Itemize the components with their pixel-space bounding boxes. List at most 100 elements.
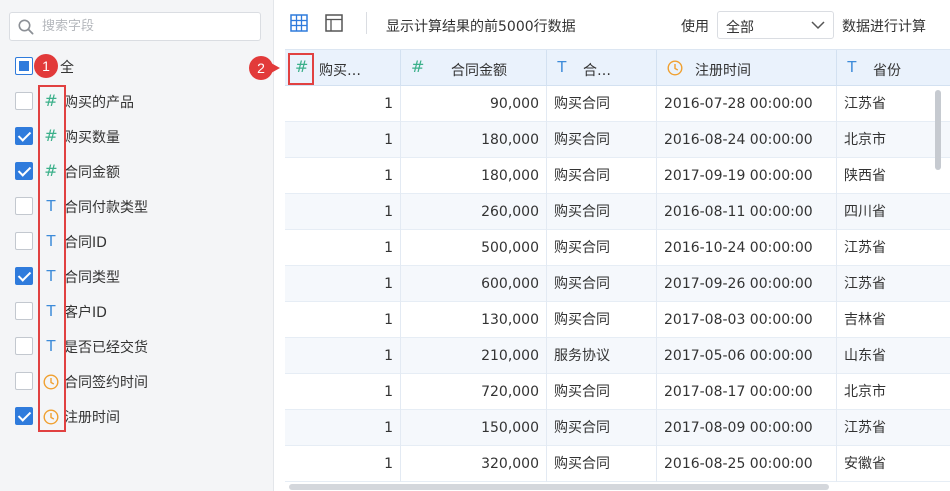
table-cell: 江苏省 bbox=[837, 410, 950, 446]
table-row[interactable]: 1 500,000 购买合同 2016-10-24 00:00:00 江苏省 bbox=[285, 230, 950, 266]
column-header[interactable]: 注册时间 bbox=[657, 50, 837, 86]
field-checkbox[interactable] bbox=[15, 302, 33, 320]
clock-date-icon bbox=[667, 59, 683, 76]
field-checkbox[interactable] bbox=[15, 162, 33, 180]
layout-view-button[interactable] bbox=[325, 14, 343, 36]
table-cell: 四川省 bbox=[837, 194, 950, 230]
field-label: 合同类型 bbox=[64, 270, 120, 286]
column-header-label: 注册时间 bbox=[695, 63, 751, 79]
field-checkbox[interactable] bbox=[15, 337, 33, 355]
table-cell: 2017-09-26 00:00:00 bbox=[657, 266, 837, 302]
field-panel: 全 #购买的产品#购买数量#合同金额T合同付款类型T合同IDT合同类型T客户ID… bbox=[0, 0, 274, 491]
field-checkbox[interactable] bbox=[15, 127, 33, 145]
table-cell: 山东省 bbox=[837, 338, 950, 374]
column-header-label: 省份 bbox=[873, 63, 901, 79]
table-cell: 购买合同 bbox=[547, 446, 657, 482]
use-label: 使用 bbox=[681, 19, 709, 35]
field-checkbox[interactable] bbox=[15, 372, 33, 390]
table-cell: 2016-08-24 00:00:00 bbox=[657, 122, 837, 158]
table-cell: 1 bbox=[285, 410, 401, 446]
table-row[interactable]: 1 260,000 购买合同 2016-08-11 00:00:00 四川省 bbox=[285, 194, 950, 230]
data-scope-value: 全部 bbox=[726, 20, 754, 36]
field-checkbox[interactable] bbox=[15, 407, 33, 425]
table-cell: 1 bbox=[285, 338, 401, 374]
table-cell: 1 bbox=[285, 374, 401, 410]
table-cell: 1 bbox=[285, 230, 401, 266]
field-label: 客户ID bbox=[64, 305, 107, 321]
table-cell: 2016-08-25 00:00:00 bbox=[657, 446, 837, 482]
table-cell: 260,000 bbox=[401, 194, 547, 230]
table-cell: 2017-08-09 00:00:00 bbox=[657, 410, 837, 446]
table-cell: 180,000 bbox=[401, 158, 547, 194]
table-row[interactable]: 1 320,000 购买合同 2016-08-25 00:00:00 安徽省 bbox=[285, 446, 950, 482]
data-scope-select[interactable]: 全部 bbox=[717, 11, 834, 39]
table-cell: 购买合同 bbox=[547, 230, 657, 266]
column-header[interactable]: # 合同金额 bbox=[401, 50, 547, 86]
table-cell: 130,000 bbox=[401, 302, 547, 338]
table-grid-icon bbox=[290, 14, 308, 32]
field-label: 合同付款类型 bbox=[64, 200, 148, 216]
table-cell: 服务协议 bbox=[547, 338, 657, 374]
table-row[interactable]: 1 210,000 服务协议 2017-05-06 00:00:00 山东省 bbox=[285, 338, 950, 374]
annotation-box-field-icons bbox=[38, 85, 66, 432]
table-row[interactable]: 1 90,000 购买合同 2016-07-28 00:00:00 江苏省 bbox=[285, 86, 950, 122]
table-cell: 500,000 bbox=[401, 230, 547, 266]
table-cell: 180,000 bbox=[401, 122, 547, 158]
field-label: 合同金额 bbox=[64, 165, 120, 181]
table-row[interactable]: 1 180,000 购买合同 2016-08-24 00:00:00 北京市 bbox=[285, 122, 950, 158]
compute-suffix-label: 数据进行计算 bbox=[842, 19, 926, 35]
horizontal-scrollbar[interactable] bbox=[289, 484, 829, 490]
search-input[interactable] bbox=[42, 16, 252, 37]
field-checkbox[interactable] bbox=[15, 92, 33, 110]
select-all-checkbox[interactable] bbox=[15, 57, 33, 75]
table-cell: 安徽省 bbox=[837, 446, 950, 482]
table-cell: 2016-08-11 00:00:00 bbox=[657, 194, 837, 230]
column-header[interactable]: T 省份 bbox=[837, 50, 950, 86]
search-icon bbox=[18, 19, 34, 35]
field-checkbox[interactable] bbox=[15, 267, 33, 285]
column-header-label: 合同金额 bbox=[451, 63, 507, 79]
table-cell: 购买合同 bbox=[547, 410, 657, 446]
toolbar: 显示计算结果的前5000行数据 使用 全部 数据进行计算 bbox=[284, 0, 950, 48]
table-cell: 2016-10-24 00:00:00 bbox=[657, 230, 837, 266]
column-header-label: 合… bbox=[583, 63, 611, 79]
table-cell: 购买合同 bbox=[547, 194, 657, 230]
search-box[interactable] bbox=[9, 12, 261, 41]
table-cell: 600,000 bbox=[401, 266, 547, 302]
annotation-pointer-2 bbox=[271, 63, 280, 73]
column-type-icon: T bbox=[557, 57, 567, 78]
table-cell: 90,000 bbox=[401, 86, 547, 122]
table-cell: 北京市 bbox=[837, 374, 950, 410]
table-row[interactable]: 1 180,000 购买合同 2017-09-19 00:00:00 陕西省 bbox=[285, 158, 950, 194]
text-type-icon: T bbox=[847, 59, 857, 76]
column-header-label: 购买… bbox=[319, 63, 361, 79]
table-row[interactable]: 1 130,000 购买合同 2017-08-03 00:00:00 吉林省 bbox=[285, 302, 950, 338]
table-cell: 北京市 bbox=[837, 122, 950, 158]
table-cell: 购买合同 bbox=[547, 86, 657, 122]
table-cell: 购买合同 bbox=[547, 374, 657, 410]
table-cell: 150,000 bbox=[401, 410, 547, 446]
table-cell: 吉林省 bbox=[837, 302, 950, 338]
table-cell: 320,000 bbox=[401, 446, 547, 482]
table-cell: 购买合同 bbox=[547, 266, 657, 302]
table-cell: 1 bbox=[285, 302, 401, 338]
table-row[interactable]: 1 600,000 购买合同 2017-09-26 00:00:00 江苏省 bbox=[285, 266, 950, 302]
number-type-icon: # bbox=[411, 57, 425, 76]
field-checkbox[interactable] bbox=[15, 232, 33, 250]
layout-panel-icon bbox=[325, 14, 343, 32]
table-cell: 1 bbox=[285, 446, 401, 482]
field-checkbox[interactable] bbox=[15, 197, 33, 215]
grid-view-button[interactable] bbox=[290, 14, 308, 36]
field-label: 是否已经交货 bbox=[64, 340, 148, 356]
text-type-icon: T bbox=[557, 59, 567, 76]
vertical-scrollbar[interactable] bbox=[935, 90, 941, 170]
table-cell: 江苏省 bbox=[837, 86, 950, 122]
table-cell: 2016-07-28 00:00:00 bbox=[657, 86, 837, 122]
table-row[interactable]: 1 150,000 购买合同 2017-08-09 00:00:00 江苏省 bbox=[285, 410, 950, 446]
annotation-box-column-icon bbox=[288, 53, 314, 85]
table-cell: 2017-05-06 00:00:00 bbox=[657, 338, 837, 374]
table-cell: 2017-08-17 00:00:00 bbox=[657, 374, 837, 410]
column-header[interactable]: T 合… bbox=[547, 50, 657, 86]
table-row[interactable]: 1 720,000 购买合同 2017-08-17 00:00:00 北京市 bbox=[285, 374, 950, 410]
field-label: 购买的产品 bbox=[64, 95, 134, 111]
